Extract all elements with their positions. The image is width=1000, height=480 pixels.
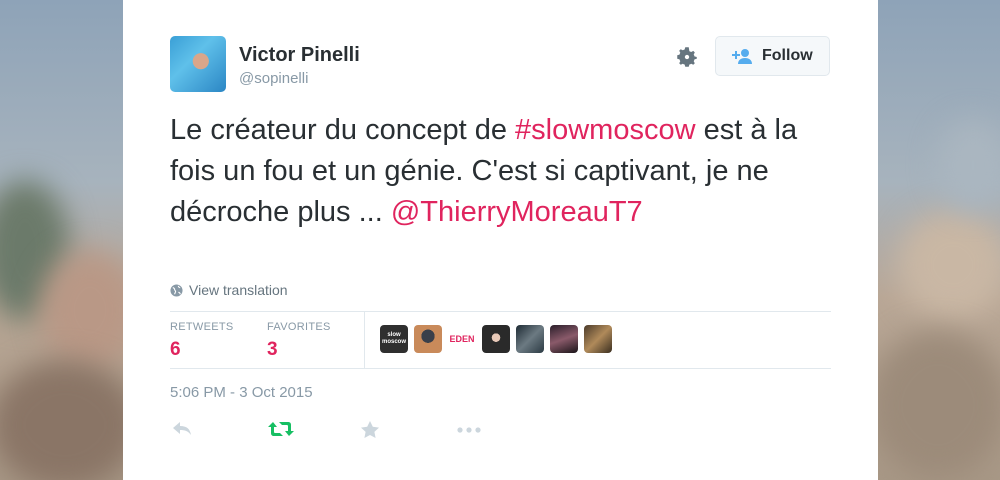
stats-divider bbox=[364, 312, 365, 368]
user-handle[interactable]: @sopinelli bbox=[239, 70, 308, 87]
gear-icon[interactable] bbox=[674, 44, 700, 70]
favoriter-avatars: slow moscow EDEN bbox=[380, 325, 612, 353]
follow-user-icon bbox=[732, 49, 752, 64]
background-right bbox=[878, 0, 1000, 480]
view-translation-link[interactable]: View translation bbox=[170, 282, 288, 298]
retweets-label: RETWEETS bbox=[170, 321, 234, 333]
background-left bbox=[0, 0, 123, 480]
favorites-label: FAVORITES bbox=[267, 321, 331, 333]
avatar[interactable] bbox=[584, 325, 612, 353]
avatar[interactable] bbox=[414, 325, 442, 353]
avatar[interactable]: slow moscow bbox=[380, 325, 408, 353]
favorites-count: 3 bbox=[267, 339, 278, 360]
favorite-icon[interactable] bbox=[360, 420, 380, 440]
globe-icon bbox=[170, 283, 183, 297]
mention-link[interactable]: @ThierryMoreauT7 bbox=[391, 196, 643, 228]
hashtag-link[interactable]: #slowmoscow bbox=[515, 114, 696, 146]
favorites-stat[interactable]: FAVORITES 3 bbox=[267, 312, 331, 361]
avatar[interactable] bbox=[170, 36, 226, 92]
tweet-text: Le créateur du concept de #slowmoscow es… bbox=[170, 110, 850, 233]
follow-button[interactable]: Follow bbox=[715, 36, 830, 76]
follow-label: Follow bbox=[762, 47, 813, 64]
slow-moscow-logo-text: slow moscow bbox=[381, 332, 406, 345]
avatar[interactable]: EDEN bbox=[448, 325, 476, 353]
retweet-icon[interactable] bbox=[268, 420, 294, 438]
retweets-stat[interactable]: RETWEETS 6 bbox=[170, 312, 234, 361]
avatar[interactable] bbox=[516, 325, 544, 353]
tweet-text-part1: Le créateur du concept de bbox=[170, 114, 516, 146]
view-translation-label: View translation bbox=[189, 282, 288, 298]
more-icon[interactable] bbox=[457, 427, 481, 433]
stats-bar: RETWEETS 6 FAVORITES 3 slow moscow EDEN bbox=[170, 311, 831, 369]
user-name[interactable]: Victor Pinelli bbox=[239, 44, 360, 67]
reply-icon[interactable] bbox=[172, 420, 192, 438]
tweet-actions bbox=[170, 420, 490, 444]
avatar[interactable] bbox=[482, 325, 510, 353]
avatar[interactable] bbox=[550, 325, 578, 353]
tweet-timestamp[interactable]: 5:06 PM - 3 Oct 2015 bbox=[170, 384, 313, 401]
eden-logo-text: EDEN bbox=[449, 334, 475, 344]
tweet-card: Victor Pinelli @sopinelli Follow Le créa… bbox=[123, 0, 878, 480]
retweets-count: 6 bbox=[170, 339, 181, 360]
